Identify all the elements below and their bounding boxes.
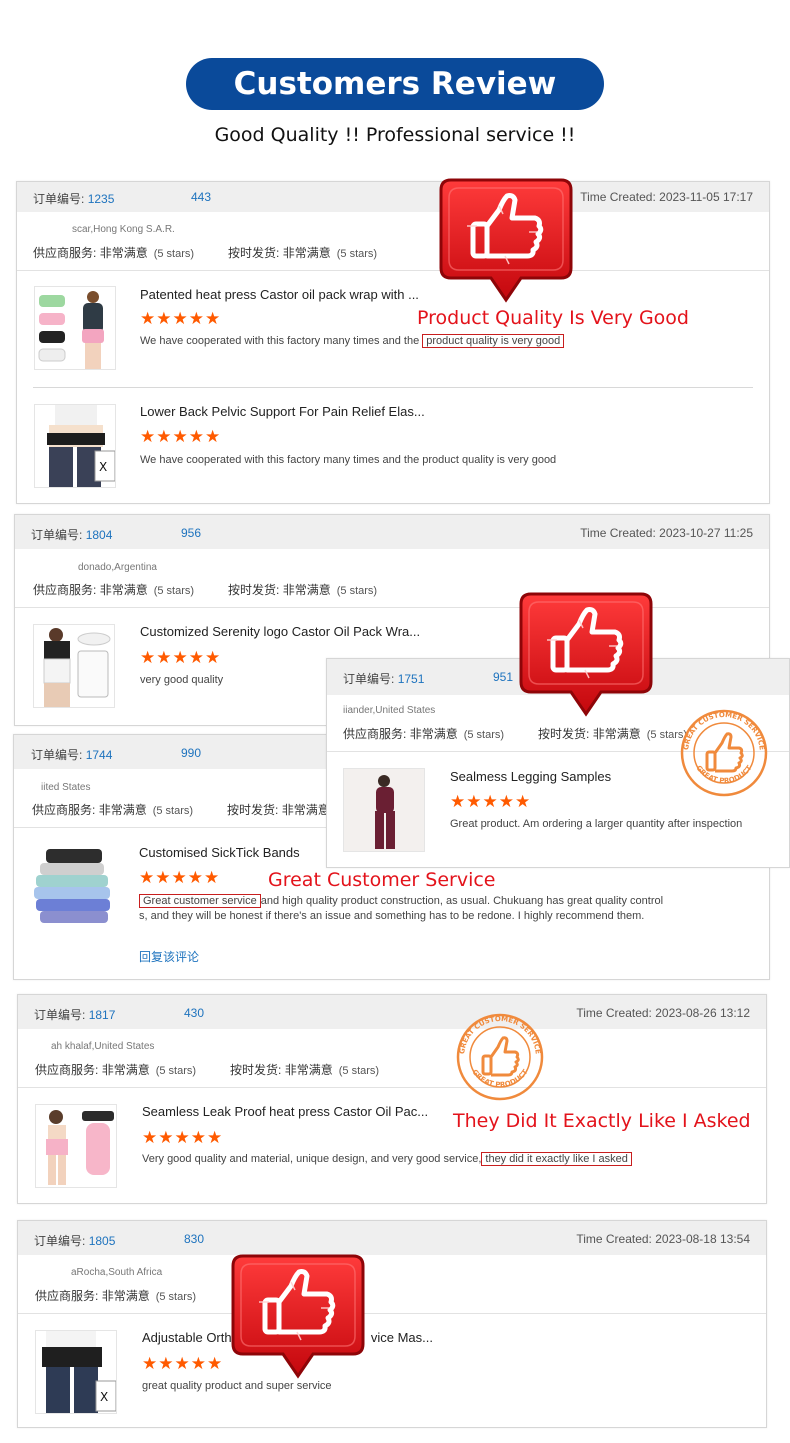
buyer-location: aRocha,South Africa <box>71 1267 163 1278</box>
reply-link[interactable]: 回复该评论 <box>139 948 199 965</box>
page-subtitle: Good Quality !! Professional service !! <box>214 124 576 146</box>
review-text: We have cooperated with this factory man… <box>140 454 557 466</box>
callout-quality: Product Quality Is Very Good <box>417 307 689 329</box>
service-ratings: 供应商服务: 非常满意 (5 stars) 按时发货: 非常满意 (5 stars) <box>35 1063 380 1077</box>
great-service-stamp-icon <box>455 1012 545 1102</box>
time-created: Time Created: 2023-08-26 13:12 <box>576 1006 750 1020</box>
highlight-box: product quality is very good <box>422 334 565 348</box>
rating-stars: ★★★★★ <box>142 1354 224 1373</box>
rating-stars: ★★★★★ <box>139 868 221 887</box>
review-text: very good quality <box>140 674 224 686</box>
buyer-location: iiander,United States <box>343 705 436 716</box>
rating-stars: ★★★★★ <box>140 309 222 328</box>
time-created: Time Created: 2023-08-18 13:54 <box>576 1232 750 1246</box>
service-ratings: 供应商服务: 非常满意 (5 stars) <box>35 1289 197 1303</box>
divider <box>18 1087 766 1088</box>
review-text: We have cooperated with this factory man… <box>140 334 565 349</box>
page-title: Customers Review <box>186 58 604 110</box>
product-title[interactable]: Lower Back Pelvic Support For Pain Relie… <box>140 404 425 419</box>
product-image[interactable] <box>35 1104 117 1188</box>
review-text: Great customer service and high quality p… <box>139 894 664 922</box>
highlight-box: Great customer service <box>139 894 261 908</box>
svg-text:X: X <box>100 1390 108 1404</box>
card-header: 订单编号: 1805 830 Time Created: 2023-08-18 1… <box>18 1221 766 1255</box>
service-ratings: 供应商服务: 非常满意 (5 stars) 按时发货: 非常满意 (5 stars) <box>343 727 688 741</box>
rating-stars: ★★★★★ <box>140 427 222 446</box>
card-header: 订单编号: 1817 430 Time Created: 2023-08-26 1… <box>18 995 766 1029</box>
buyer-location: scar,Hong Kong S.A.R. <box>72 224 175 235</box>
buyer-location: ah khalaf,United States <box>51 1041 155 1052</box>
review-card-5: 订单编号: 1817 430 Time Created: 2023-08-26 1… <box>17 994 767 1204</box>
rating-stars: ★★★★★ <box>140 648 222 667</box>
card-header: 订单编号: 1235 443 Time Created: 2023-11-05 1… <box>17 182 769 212</box>
divider <box>17 270 769 271</box>
highlight-box: they did it exactly like I asked <box>481 1152 632 1166</box>
divider <box>33 387 753 388</box>
product-image[interactable]: X <box>34 404 116 488</box>
product-title[interactable]: Patented heat press Castor oil pack wrap… <box>140 287 419 302</box>
service-ratings: 供应商服务: 非常满意 (5 stars) 按时发货: 非常满意 (5 stars) <box>33 583 378 597</box>
time-created: Time Created: 2023-10-27 11:25 <box>580 526 753 540</box>
review-text: Great product. Am ordering a larger quan… <box>450 818 743 830</box>
callout-service: Great Customer Service <box>268 869 496 891</box>
thumbs-up-icon <box>437 176 575 306</box>
order-number: 订单编号: 1804 956 <box>31 526 202 542</box>
rating-stars: ★★★★★ <box>142 1128 224 1147</box>
review-card-1: 订单编号: 1235 443 Time Created: 2023-11-05 1… <box>16 181 770 504</box>
product-image[interactable] <box>32 845 114 929</box>
order-number: 订单编号: 1817 430 <box>34 1006 205 1022</box>
card-header: 订单编号: 1804 956 Time Created: 2023-10-27 1… <box>15 515 769 549</box>
review-text: Very good quality and material, unique d… <box>142 1152 632 1167</box>
product-image[interactable] <box>343 768 425 852</box>
service-ratings: 供应商服务: 非常满意 (5 stars) 按时发货: 非常满意 (5 stars) <box>33 246 378 260</box>
great-service-stamp-icon <box>679 708 769 798</box>
product-title[interactable]: Customized Serenity logo Castor Oil Pack… <box>140 624 420 639</box>
product-image[interactable]: X <box>35 1330 117 1414</box>
product-title[interactable]: Seamless Leak Proof heat press Castor Oi… <box>142 1104 428 1119</box>
rating-stars: ★★★★★ <box>450 792 532 811</box>
divider <box>15 607 769 608</box>
time-created: Time Created: 2023-11-05 17:17 <box>580 190 753 204</box>
service-ratings: 供应商服务: 非常满意 (5 stars) 按时发货: 非常满意 <box>32 803 330 817</box>
product-image[interactable] <box>34 286 116 370</box>
product-title[interactable]: Customised SickTick Bands <box>139 845 300 860</box>
buyer-location: donado,Argentina <box>78 562 157 573</box>
order-number: 订单编号: 1744 990 <box>31 746 202 762</box>
thumbs-up-icon <box>517 590 655 720</box>
buyer-location: iited States <box>41 782 91 793</box>
review-card-6: 订单编号: 1805 830 Time Created: 2023-08-18 1… <box>17 1220 767 1428</box>
thumbs-up-icon <box>229 1252 367 1382</box>
divider <box>18 1313 766 1314</box>
order-number: 订单编号: 1235 443 <box>33 190 212 206</box>
callout-exactly: They Did It Exactly Like I Asked <box>453 1110 751 1132</box>
order-number: 订单编号: 1751 951 <box>343 670 514 686</box>
order-number: 订单编号: 1805 830 <box>34 1232 205 1248</box>
product-title[interactable]: Sealmess Legging Samples <box>450 769 611 784</box>
svg-text:X: X <box>99 460 107 474</box>
product-image[interactable] <box>33 624 115 708</box>
